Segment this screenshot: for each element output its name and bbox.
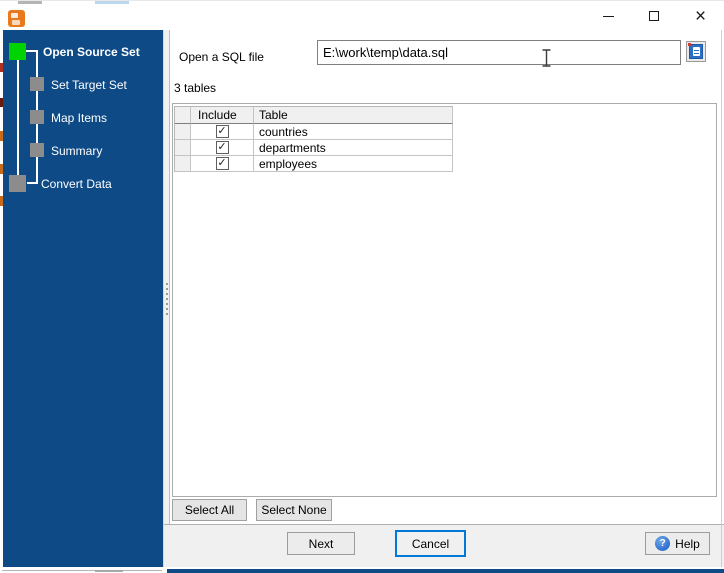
include-checkbox[interactable]: ✓: [215, 141, 229, 154]
include-cell[interactable]: ✓: [191, 140, 254, 156]
browse-file-button[interactable]: [686, 41, 706, 62]
table-name-cell[interactable]: departments: [254, 140, 453, 156]
row-selector[interactable]: [175, 124, 191, 140]
cancel-button[interactable]: Cancel: [395, 530, 466, 557]
sql-file-path-input[interactable]: [317, 40, 681, 65]
title-bar: ×: [0, 0, 724, 30]
sidebar-step-set-target-set[interactable]: Set Target Set: [51, 78, 127, 92]
table-row[interactable]: ✓ departments: [175, 140, 453, 156]
close-icon: ×: [694, 5, 707, 27]
background-window-artifact: [18, 1, 42, 4]
tables-count-label: 3 tables: [174, 81, 217, 95]
grid-header-table[interactable]: Table: [254, 107, 453, 124]
include-checkbox[interactable]: ✓: [215, 157, 229, 170]
window-bottom-border: [2, 570, 162, 571]
step-connector-line: [27, 182, 37, 184]
sidebar-step-summary[interactable]: Summary: [51, 144, 102, 158]
sidebar-step-convert-data[interactable]: Convert Data: [41, 177, 112, 191]
row-selector[interactable]: [175, 156, 191, 172]
text-cursor-icon: [542, 49, 551, 67]
grid-selector-header: [175, 107, 191, 124]
maximize-icon: [649, 11, 659, 21]
table-name-cell[interactable]: countries: [254, 124, 453, 140]
grid-header-include[interactable]: Include: [191, 107, 254, 124]
minimize-button[interactable]: [585, 1, 631, 31]
step-indicator-active: [9, 43, 26, 60]
minimize-icon: [602, 15, 614, 17]
maximize-button[interactable]: [631, 1, 677, 31]
tables-list-container: Include Table ✓ countries ✓ departments …: [172, 103, 717, 497]
background-window-strip: [167, 569, 724, 573]
wizard-steps-sidebar: Open Source Set Set Target Set Map Items…: [3, 30, 163, 568]
sidebar-step-open-source-set[interactable]: Open Source Set: [43, 45, 140, 59]
sidebar-splitter[interactable]: [163, 30, 170, 568]
select-none-button[interactable]: Select None: [256, 499, 332, 521]
window-right-border: [721, 30, 722, 568]
step-indicator: [30, 110, 44, 124]
app-icon: [8, 10, 25, 27]
table-row[interactable]: ✓ employees: [175, 156, 453, 172]
background-window-artifact: [95, 570, 123, 572]
step-connector-line: [17, 60, 19, 175]
convert-wizard-window: { "titlebar": { "close_glyph": "×" }, "s…: [0, 0, 724, 573]
sidebar-step-map-items[interactable]: Map Items: [51, 111, 107, 125]
include-checkbox[interactable]: ✓: [215, 125, 229, 138]
next-button[interactable]: Next: [287, 532, 355, 555]
tables-grid: Include Table ✓ countries ✓ departments …: [174, 106, 453, 172]
help-button[interactable]: ? Help: [645, 532, 710, 555]
row-selector[interactable]: [175, 140, 191, 156]
open-file-icon: [688, 43, 703, 59]
table-name-cell[interactable]: employees: [254, 156, 453, 172]
step-indicator: [9, 175, 26, 192]
grid-header-row: Include Table: [175, 107, 453, 124]
step-indicator: [30, 77, 44, 91]
help-icon: ?: [655, 536, 671, 551]
help-button-label: Help: [675, 536, 700, 551]
table-row[interactable]: ✓ countries: [175, 124, 453, 140]
background-window-artifact: [95, 1, 129, 4]
step-indicator: [30, 143, 44, 157]
include-cell[interactable]: ✓: [191, 156, 254, 172]
select-all-button[interactable]: Select All: [172, 499, 247, 521]
close-button[interactable]: ×: [677, 1, 724, 31]
include-cell[interactable]: ✓: [191, 124, 254, 140]
file-label: Open a SQL file: [179, 50, 264, 64]
